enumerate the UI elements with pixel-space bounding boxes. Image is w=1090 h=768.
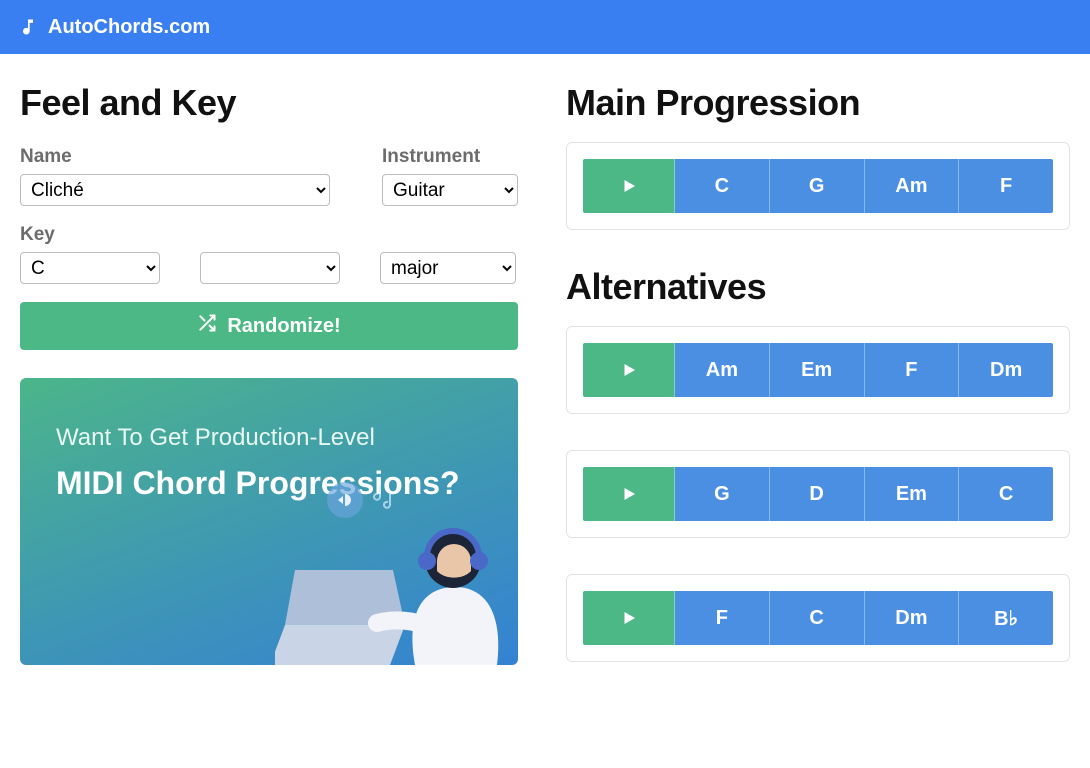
promo-illustration — [275, 475, 500, 665]
brand-title[interactable]: AutoChords.com — [48, 16, 210, 39]
alt-progression-box: F C Dm B♭ — [566, 574, 1070, 662]
shuffle-icon — [197, 313, 217, 339]
randomize-label: Randomize! — [227, 315, 340, 338]
chord-cell[interactable]: Dm — [865, 591, 960, 645]
instrument-select[interactable]: Guitar — [382, 174, 518, 206]
feel-and-key-heading: Feel and Key — [20, 82, 518, 124]
key-root-select[interactable]: C — [20, 252, 160, 284]
chord-cell[interactable]: Em — [770, 343, 865, 397]
chord-cell[interactable]: G — [770, 159, 865, 213]
chord-cell[interactable]: C — [959, 467, 1053, 521]
play-button[interactable] — [583, 467, 675, 521]
music-note-icon — [18, 17, 38, 37]
chord-cell[interactable]: B♭ — [959, 591, 1053, 645]
play-button[interactable] — [583, 591, 675, 645]
instrument-label: Instrument — [382, 146, 518, 168]
chord-cell[interactable]: G — [675, 467, 770, 521]
chord-cell[interactable]: Dm — [959, 343, 1053, 397]
main-progression-heading: Main Progression — [566, 82, 1070, 124]
chord-cell[interactable]: Em — [865, 467, 960, 521]
alt-progression-box: Am Em F Dm — [566, 326, 1070, 414]
chord-row: Am Em F Dm — [583, 343, 1053, 397]
chord-cell[interactable]: C — [675, 159, 770, 213]
main-progression-box: C G Am F — [566, 142, 1070, 230]
name-label: Name — [20, 146, 350, 168]
promo-text-line1: Want To Get Production-Level — [56, 422, 482, 453]
chord-cell[interactable]: Am — [675, 343, 770, 397]
chord-row: F C Dm B♭ — [583, 591, 1053, 645]
chord-cell[interactable]: C — [770, 591, 865, 645]
chord-cell[interactable]: D — [770, 467, 865, 521]
randomize-button[interactable]: Randomize! — [20, 302, 518, 350]
top-navbar: AutoChords.com — [0, 0, 1090, 54]
key-label: Key — [20, 224, 518, 246]
main-content: Feel and Key Name Cliché Instrument Guit… — [0, 54, 1090, 738]
alternatives-heading: Alternatives — [566, 266, 1070, 308]
alt-progression-box: G D Em C — [566, 450, 1070, 538]
play-button[interactable] — [583, 159, 675, 213]
key-scale-select[interactable]: major — [380, 252, 516, 284]
chord-row: C G Am F — [583, 159, 1053, 213]
key-accidental-select[interactable] — [200, 252, 340, 284]
right-column: Main Progression C G Am F Alternatives A… — [566, 82, 1070, 698]
chord-cell[interactable]: Am — [865, 159, 960, 213]
chord-cell[interactable]: F — [675, 591, 770, 645]
left-column: Feel and Key Name Cliché Instrument Guit… — [20, 82, 518, 698]
chord-cell[interactable]: F — [865, 343, 960, 397]
promo-banner[interactable]: Want To Get Production-Level MIDI Chord … — [20, 378, 518, 665]
name-select[interactable]: Cliché — [20, 174, 330, 206]
chord-row: G D Em C — [583, 467, 1053, 521]
play-button[interactable] — [583, 343, 675, 397]
chord-cell[interactable]: F — [959, 159, 1053, 213]
